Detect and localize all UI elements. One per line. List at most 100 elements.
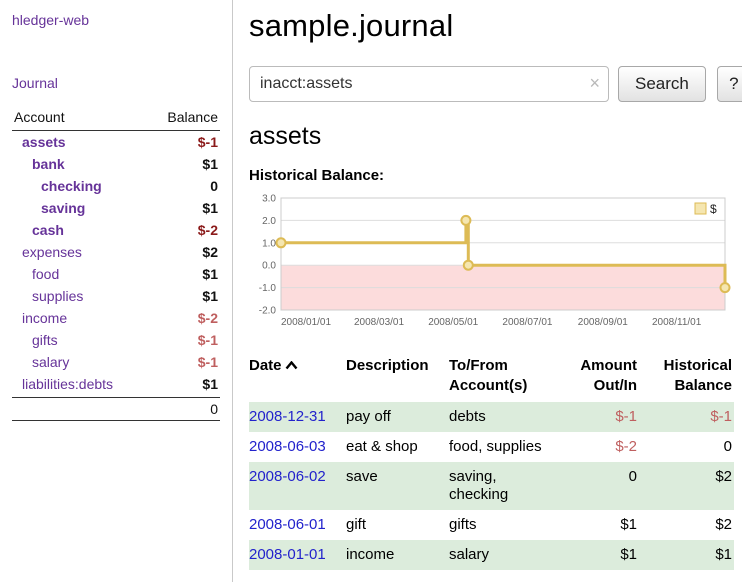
accounts-cell: saving, checking [449, 462, 561, 511]
account-link-gifts[interactable]: gifts [14, 332, 58, 348]
search-input[interactable] [249, 66, 609, 102]
account-balance: $1 [202, 288, 218, 304]
accounts-total-row: 0 [12, 397, 220, 421]
register-table: Date Description To/From Account(s) Amou… [249, 352, 734, 570]
description-cell: eat & shop [346, 432, 449, 462]
y-tick-label: 0.0 [262, 261, 276, 272]
date-cell: 2008-06-01 [249, 510, 346, 540]
account-balance: $-1 [198, 134, 218, 150]
y-tick-label: 3.0 [262, 194, 276, 205]
balance-cell: $2 [639, 462, 734, 511]
account-row: food $1 [12, 263, 220, 285]
account-row: salary $-1 [12, 351, 220, 373]
sort-ascending-icon [285, 361, 298, 370]
search-bar: × Search ? [249, 66, 742, 102]
account-row: checking 0 [12, 175, 220, 197]
account-row: income $-2 [12, 307, 220, 329]
help-button[interactable]: ? [717, 66, 742, 102]
account-link-bank[interactable]: bank [14, 156, 65, 172]
account-row: saving$1 [12, 197, 220, 219]
transaction-date-link[interactable]: 2008-06-02 [249, 468, 326, 485]
account-balance: $-2 [198, 222, 218, 238]
description-cell: gift [346, 510, 449, 540]
account-balance: $1 [202, 266, 218, 282]
header-date[interactable]: Date [249, 352, 346, 402]
description-cell: pay off [346, 402, 449, 432]
accounts-table: Account Balance assets$-1bank$1checking0… [12, 107, 220, 421]
balance-cell: 0 [639, 432, 734, 462]
accounts-table-header: Account Balance [12, 107, 220, 131]
amount-cell: $-2 [561, 432, 639, 462]
amount-cell: $1 [561, 510, 639, 540]
date-cell: 2008-12-31 [249, 402, 346, 432]
account-link-assets[interactable]: assets [14, 134, 66, 150]
x-tick-label: 2008/03/01 [354, 317, 404, 328]
x-tick-label: 2008/07/01 [502, 317, 552, 328]
balance-cell: $1 [639, 540, 734, 570]
account-link-expenses[interactable]: expenses [14, 244, 82, 260]
register-row: 2008-12-31pay offdebts$-1$-1 [249, 402, 734, 432]
account-balance: 0 [210, 178, 218, 194]
register-row: 2008-01-01incomesalary$1$1 [249, 540, 734, 570]
transaction-date-link[interactable]: 2008-06-01 [249, 516, 326, 533]
account-heading: assets [249, 122, 742, 151]
data-point-marker [721, 283, 730, 292]
account-link-saving[interactable]: saving [14, 200, 85, 216]
app-title-link[interactable]: hledger-web [12, 12, 220, 28]
account-balance: $-1 [198, 354, 218, 370]
header-balance: Historical Balance [639, 352, 734, 402]
register-row: 2008-06-02savesaving, checking0$2 [249, 462, 734, 511]
description-cell: income [346, 540, 449, 570]
data-point-marker [464, 261, 473, 270]
page-title: sample.journal [249, 8, 742, 44]
date-cell: 2008-06-03 [249, 432, 346, 462]
transaction-date-link[interactable]: 2008-12-31 [249, 408, 326, 425]
account-row: bank$1 [12, 153, 220, 175]
hledger-web-app: hledger-web Journal Account Balance asse… [0, 0, 742, 582]
x-tick-label: 2008/11/01 [652, 317, 702, 328]
account-column-header: Account [14, 109, 65, 125]
account-row: assets $-1 [12, 131, 220, 153]
account-row: supplies $1 [12, 285, 220, 307]
chart-title: Historical Balance: [249, 167, 742, 184]
y-tick-label: 2.0 [262, 216, 276, 227]
data-point-marker [277, 238, 286, 247]
balance-cell: $-1 [639, 402, 734, 432]
account-balance: $1 [202, 376, 218, 392]
account-balance: $-1 [198, 332, 218, 348]
account-link-checking[interactable]: checking [14, 178, 102, 194]
sidebar: hledger-web Journal Account Balance asse… [0, 0, 233, 582]
account-balance: $-2 [198, 310, 218, 326]
accounts-cell: debts [449, 402, 561, 432]
account-link-liabilities-debts[interactable]: liabilities:debts [14, 376, 113, 392]
account-link-supplies[interactable]: supplies [14, 288, 83, 304]
account-row: expenses$2 [12, 241, 220, 263]
accounts-cell: salary [449, 540, 561, 570]
accounts-cell: food, supplies [449, 432, 561, 462]
search-box: × [249, 66, 609, 102]
account-row: cash $-2 [12, 219, 220, 241]
date-cell: 2008-01-01 [249, 540, 346, 570]
register-rows: 2008-12-31pay offdebts$-1$-12008-06-03ea… [249, 402, 734, 570]
date-cell: 2008-06-02 [249, 462, 346, 511]
legend-label: $ [710, 202, 717, 216]
sidebar-item-journal[interactable]: Journal [12, 75, 220, 91]
accounts-cell: gifts [449, 510, 561, 540]
header-tofrom: To/From Account(s) [449, 352, 561, 402]
historical-balance-chart: 3.02.01.00.0-1.0-2.02008/01/012008/03/01… [249, 192, 735, 338]
total-balance: 0 [210, 401, 218, 417]
register-row: 2008-06-01giftgifts$1$2 [249, 510, 734, 540]
transaction-date-link[interactable]: 2008-01-01 [249, 546, 326, 563]
account-link-salary[interactable]: salary [14, 354, 69, 370]
register-row: 2008-06-03 eat & shopfood, supplies$-20 [249, 432, 734, 462]
account-link-income[interactable]: income [14, 310, 67, 326]
account-link-food[interactable]: food [14, 266, 59, 282]
accounts-rows: assets$-1bank$1checking0saving$1cash$-2e… [12, 131, 220, 395]
main-content: sample.journal × Search ? assets Histori… [233, 0, 742, 582]
header-date-label: Date [249, 357, 282, 374]
transaction-date-link[interactable]: 2008-06-03 [249, 438, 326, 455]
clear-search-icon[interactable]: × [589, 73, 600, 93]
y-tick-label: -1.0 [259, 283, 277, 294]
search-button[interactable]: Search [618, 66, 706, 102]
account-link-cash[interactable]: cash [14, 222, 64, 238]
